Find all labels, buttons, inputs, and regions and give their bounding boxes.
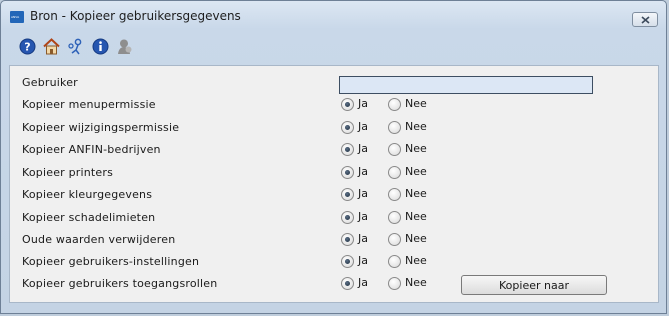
radio-no[interactable] <box>388 188 401 201</box>
radio-no-label: Nee <box>405 97 427 110</box>
radio-no-label: Nee <box>405 210 427 223</box>
radio-no-label: Nee <box>405 165 427 178</box>
radio-yes[interactable] <box>341 255 354 268</box>
radio-no-label: Nee <box>405 232 427 245</box>
radio-no-label: Nee <box>405 187 427 200</box>
option-label: Kopieer kleurgegevens <box>22 188 153 201</box>
radio-yes[interactable] <box>341 121 354 134</box>
dialog-window: ANVA Bron - Kopieer gebruikersgegevens ? <box>0 0 667 314</box>
option-label: Kopieer gebruikers-instellingen <box>22 255 200 268</box>
option-label: Kopieer schadelimieten <box>22 211 156 224</box>
option-label: Kopieer ANFIN-bedrijven <box>22 143 161 156</box>
radio-no[interactable] <box>388 166 401 179</box>
radio-yes-label: Ja <box>358 210 368 223</box>
user-label: Gebruiker <box>22 76 78 89</box>
close-icon <box>641 16 650 24</box>
radio-no-label: Nee <box>405 120 427 133</box>
svg-text:?: ? <box>24 41 30 54</box>
radio-yes-label: Ja <box>358 165 368 178</box>
radio-no[interactable] <box>388 143 401 156</box>
radio-yes[interactable] <box>341 166 354 179</box>
radio-no-label: Nee <box>405 254 427 267</box>
radio-yes-label: Ja <box>358 187 368 200</box>
title-bar[interactable]: ANVA Bron - Kopieer gebruikersgegevens <box>1 1 666 31</box>
radio-no-label: Nee <box>405 276 427 289</box>
radio-yes[interactable] <box>341 143 354 156</box>
info-icon[interactable] <box>92 38 109 55</box>
radio-no[interactable] <box>388 277 401 290</box>
window-title: Bron - Kopieer gebruikersgegevens <box>30 9 241 23</box>
home-icon[interactable] <box>43 38 60 55</box>
radio-no[interactable] <box>388 121 401 134</box>
close-button[interactable] <box>632 12 658 27</box>
help-icon[interactable]: ? <box>19 38 36 55</box>
option-label: Kopieer menupermissie <box>22 98 156 111</box>
user-link-icon[interactable] <box>67 38 84 55</box>
radio-yes[interactable] <box>341 98 354 111</box>
app-icon: ANVA <box>10 11 24 23</box>
radio-yes-label: Ja <box>358 232 368 245</box>
radio-no[interactable] <box>388 98 401 111</box>
radio-no[interactable] <box>388 233 401 246</box>
radio-no-label: Nee <box>405 142 427 155</box>
radio-yes-label: Ja <box>358 142 368 155</box>
option-label: Kopieer wijzigingspermissie <box>22 121 180 134</box>
option-label: Kopieer printers <box>22 166 114 179</box>
user-input[interactable] <box>339 76 593 94</box>
app-icon-text: ANVA <box>11 15 20 19</box>
radio-yes-label: Ja <box>358 254 368 267</box>
option-label: Oude waarden verwijderen <box>22 233 176 246</box>
copy-to-button[interactable]: Kopieer naar <box>461 275 607 295</box>
radio-yes-label: Ja <box>358 276 368 289</box>
radio-yes-label: Ja <box>358 120 368 133</box>
radio-yes-label: Ja <box>358 97 368 110</box>
radio-yes[interactable] <box>341 211 354 224</box>
radio-yes[interactable] <box>341 233 354 246</box>
radio-yes[interactable] <box>341 188 354 201</box>
toolbar: ? <box>6 31 661 61</box>
user-gray-icon[interactable] <box>116 38 133 55</box>
radio-no[interactable] <box>388 211 401 224</box>
option-label: Kopieer gebruikers toegangsrollen <box>22 277 218 290</box>
radio-no[interactable] <box>388 255 401 268</box>
form-panel: Gebruiker Kopieer menupermissie Ja Nee K… <box>9 65 659 303</box>
radio-yes[interactable] <box>341 277 354 290</box>
